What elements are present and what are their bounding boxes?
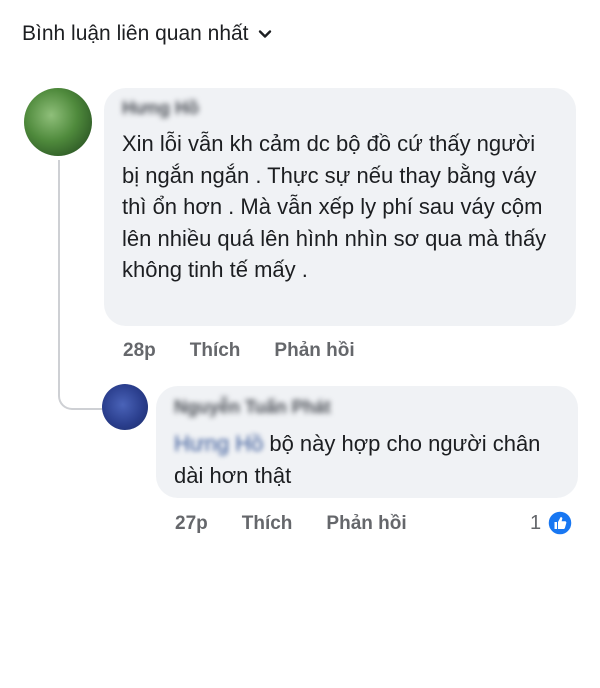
reply-thread-line [58, 160, 102, 410]
reply-timestamp[interactable]: 27p [175, 513, 208, 535]
reply-author[interactable]: Nguyễn Tuấn Phát [174, 397, 331, 418]
comment-timestamp[interactable]: 28p [123, 340, 156, 362]
avatar[interactable] [102, 384, 148, 430]
chevron-down-icon [258, 30, 271, 38]
reply-button[interactable]: Phản hồi [274, 340, 354, 362]
reply-button[interactable]: Phản hồi [326, 513, 406, 535]
comment-filter-dropdown[interactable]: Bình luận liên quan nhất [22, 22, 273, 46]
like-button[interactable]: Thích [190, 340, 241, 362]
comment-text: Xin lỗi vẫn kh cảm dc bộ đồ cứ thấy ngườ… [122, 131, 547, 282]
reply-text: Hưng Hồ bộ này hợp cho người chân dài hơn… [174, 428, 564, 491]
thumbs-up-icon [547, 510, 573, 536]
mention-link[interactable]: Hưng Hồ [174, 428, 263, 460]
reaction-count: 1 [530, 511, 542, 534]
avatar[interactable] [24, 88, 92, 156]
comment-actions: 28p Thích Phản hồi [123, 340, 355, 362]
reaction-summary[interactable]: 1 [530, 510, 573, 536]
comment-author[interactable]: Hưng Hồ [122, 98, 199, 119]
comment-filter-label: Bình luận liên quan nhất [22, 22, 249, 45]
reply-actions: 27p Thích Phản hồi [175, 513, 407, 535]
like-button[interactable]: Thích [242, 513, 293, 535]
